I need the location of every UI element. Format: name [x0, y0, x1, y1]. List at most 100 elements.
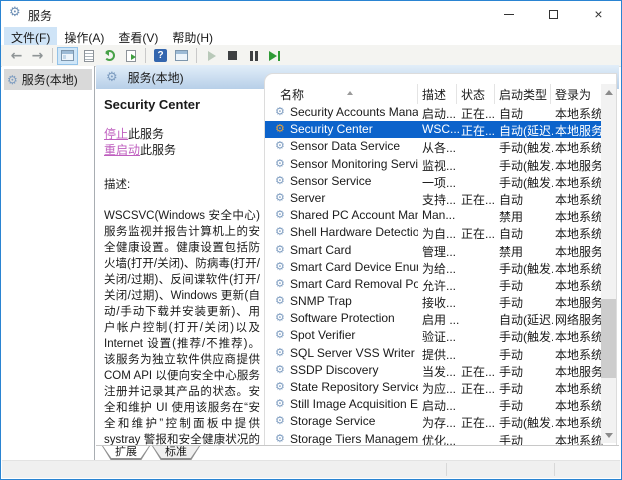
- table-row[interactable]: ⚙ Sensor Monitoring Service 监视... 手动(触发.…: [265, 156, 601, 173]
- menu-help[interactable]: 帮助(H): [165, 27, 220, 45]
- forward-button[interactable]: →: [27, 47, 48, 65]
- cell-logon: 本地系统: [555, 260, 607, 277]
- table-row[interactable]: ⚙ SQL Server VSS Writer 提供... 手动 本地系统: [265, 345, 601, 362]
- table-row[interactable]: ⚙ Security Center WSC... 正在... 自动(延迟... …: [265, 121, 601, 138]
- table-row[interactable]: ⚙ Shared PC Account Mana... Man... 禁用 本地…: [265, 207, 601, 224]
- restart-service-button[interactable]: [264, 47, 285, 65]
- cell-logon: 网络服务: [555, 311, 607, 328]
- show-console-tree-button[interactable]: [57, 47, 78, 65]
- column-header-desc[interactable]: 描述: [422, 86, 446, 103]
- cell-name: Server: [290, 191, 418, 205]
- scroll-down-button[interactable]: [601, 428, 616, 443]
- cell-logon: 本地系统: [555, 174, 607, 191]
- close-icon: ×: [594, 7, 602, 21]
- column-separator[interactable]: [494, 84, 495, 104]
- cell-logon: 本地系统: [555, 397, 607, 414]
- back-icon: ←: [11, 49, 23, 63]
- cell-logon: 本地系统: [555, 414, 607, 431]
- cell-name: State Repository Service: [290, 380, 418, 394]
- cell-startup: 手动(触发...: [499, 174, 553, 191]
- column-separator[interactable]: [417, 84, 418, 104]
- tree-item-services-local[interactable]: ⚙ 服务(本地): [4, 69, 92, 90]
- app-gear-icon: ⚙: [9, 5, 21, 20]
- table-row[interactable]: ⚙ Storage Tiers Managem... 优化... 手动 本地系统: [265, 431, 601, 446]
- start-service-button[interactable]: [201, 47, 222, 65]
- stop-service-suffix: 此服务: [128, 127, 164, 141]
- menu-action[interactable]: 操作(A): [57, 27, 111, 45]
- scrollbar-thumb[interactable]: [601, 299, 616, 378]
- scroll-up-button[interactable]: [601, 84, 616, 99]
- stop-service-link[interactable]: 停止: [104, 127, 128, 141]
- table-row[interactable]: ⚙ Smart Card 管理... 禁用 本地服务: [265, 242, 601, 259]
- table-row[interactable]: ⚙ Sensor Service 一项... 手动(触发... 本地系统: [265, 173, 601, 190]
- cell-startup: 手动: [499, 397, 553, 414]
- cell-startup: 手动: [499, 346, 553, 363]
- table-row[interactable]: ⚙ Security Accounts Manag... 启动... 正在...…: [265, 104, 601, 121]
- tab-standard[interactable]: 标准: [152, 446, 200, 460]
- stop-service-button[interactable]: [222, 47, 243, 65]
- title-bar: ⚙ 服务 ×: [1, 1, 621, 27]
- minimize-icon: [504, 14, 514, 15]
- refresh-button[interactable]: [99, 47, 120, 65]
- services-window: ⚙ 服务 × 文件(F) 操作(A) 查看(V) 帮助(H) ← → ?: [0, 0, 622, 480]
- table-row[interactable]: ⚙ State Repository Service 为应... 正在... 手…: [265, 379, 601, 396]
- properties-button[interactable]: [78, 47, 99, 65]
- column-separator[interactable]: [456, 84, 457, 104]
- restart-icon: [269, 51, 277, 61]
- tab-standard-label: 标准: [153, 446, 199, 458]
- cell-name: Smart Card Removal Poli...: [290, 277, 418, 291]
- services-list-pane: 名称 描述 状态 启动类型 登录为 ⚙ Security Accounts Ma…: [264, 73, 617, 446]
- services-gear-icon: ⚙: [7, 74, 18, 86]
- table-row[interactable]: ⚙ Still Image Acquisition Ev... 启动... 手动…: [265, 396, 601, 413]
- show-window-button[interactable]: [171, 47, 192, 65]
- restart-service-line: 重启动此服务: [104, 142, 260, 158]
- column-header-status[interactable]: 状态: [461, 86, 485, 103]
- restart-service-link[interactable]: 重启动: [104, 143, 140, 157]
- table-row[interactable]: ⚙ Software Protection 启用 ... 自动(延迟... 网络…: [265, 310, 601, 327]
- cell-name: Software Protection: [290, 311, 418, 325]
- cell-startup: 手动: [499, 363, 553, 380]
- cell-name: Storage Service: [290, 414, 418, 428]
- start-icon: [208, 51, 216, 61]
- cell-name: Smart Card Device Enum...: [290, 260, 418, 274]
- cell-name: Security Center: [290, 122, 418, 136]
- table-row[interactable]: ⚙ SNMP Trap 接收... 手动 本地服务: [265, 293, 601, 310]
- help-button[interactable]: ?: [150, 47, 171, 65]
- column-separator[interactable]: [550, 84, 551, 104]
- vertical-scrollbar[interactable]: [601, 84, 616, 443]
- back-button[interactable]: ←: [6, 47, 27, 65]
- table-row[interactable]: ⚙ Smart Card Removal Poli... 允许... 手动 本地…: [265, 276, 601, 293]
- column-header-logon[interactable]: 登录为: [555, 86, 591, 103]
- cell-status: 正在...: [461, 363, 497, 380]
- minimize-button[interactable]: [486, 1, 531, 27]
- pause-service-button[interactable]: [243, 47, 264, 65]
- cell-startup: 禁用: [499, 243, 553, 260]
- column-header-startup[interactable]: 启动类型: [499, 86, 547, 103]
- menu-file[interactable]: 文件(F): [4, 27, 57, 45]
- close-button[interactable]: ×: [576, 1, 621, 27]
- column-header-name[interactable]: 名称: [280, 86, 304, 103]
- table-row[interactable]: ⚙ Shell Hardware Detection 为自... 正在... 自…: [265, 224, 601, 241]
- cell-startup: 手动: [499, 380, 553, 397]
- cell-startup: 自动: [499, 105, 553, 122]
- table-row[interactable]: ⚙ Server 支持... 正在... 自动 本地系统: [265, 190, 601, 207]
- cell-status: 正在...: [461, 414, 497, 431]
- status-bar: [2, 460, 620, 478]
- export-list-button[interactable]: [120, 47, 141, 65]
- table-row[interactable]: ⚙ SSDP Discovery 当发... 正在... 手动 本地服务: [265, 362, 601, 379]
- tab-extended[interactable]: 扩展: [102, 446, 150, 460]
- table-row[interactable]: ⚙ Sensor Data Service 从各... 手动(触发... 本地系…: [265, 138, 601, 155]
- table-row[interactable]: ⚙ Spot Verifier 验证... 手动(触发... 本地系统: [265, 327, 601, 344]
- service-gear-icon: ⚙: [275, 398, 285, 409]
- maximize-button[interactable]: [531, 1, 576, 27]
- cell-desc: 监视...: [422, 157, 459, 174]
- table-row[interactable]: ⚙ Storage Service 为存... 正在... 手动(触发... 本…: [265, 413, 601, 430]
- cell-desc: 为应...: [422, 380, 459, 397]
- service-description: WSCSVC(Windows 安全中心)服务监视并报告计算机上的安全健康设置。健…: [104, 208, 260, 446]
- service-gear-icon: ⚙: [275, 244, 285, 255]
- menu-view[interactable]: 查看(V): [111, 27, 165, 45]
- cell-logon: 本地服务: [555, 157, 607, 174]
- service-gear-icon: ⚙: [275, 158, 285, 169]
- table-row[interactable]: ⚙ Smart Card Device Enum... 为给... 手动(触发.…: [265, 259, 601, 276]
- service-gear-icon: ⚙: [275, 329, 285, 340]
